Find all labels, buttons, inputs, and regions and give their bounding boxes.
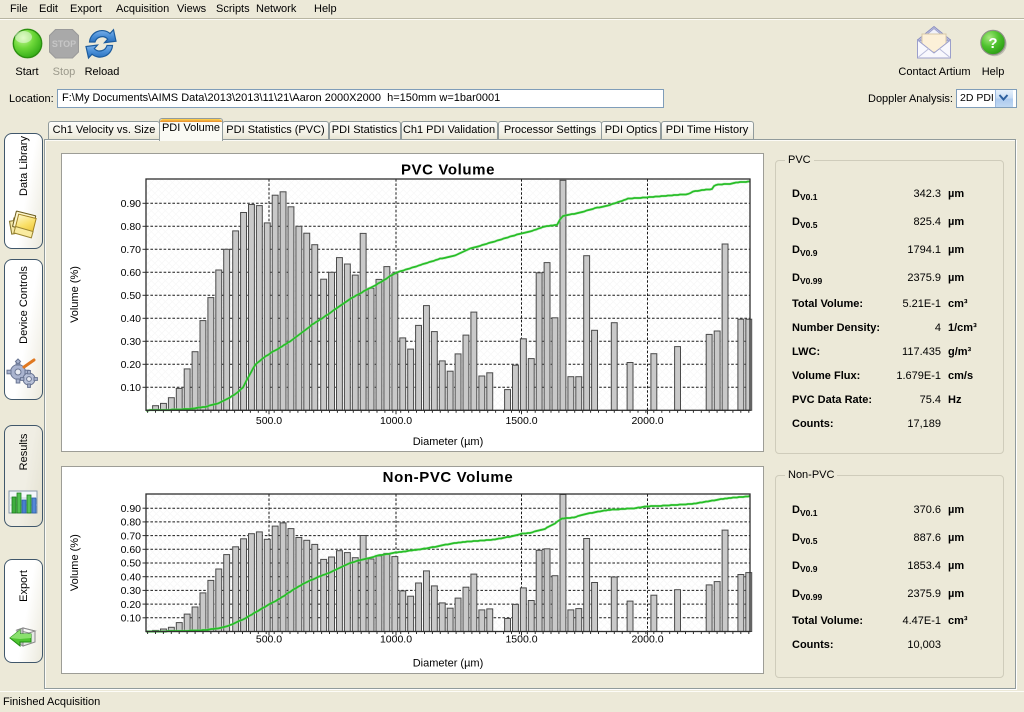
svg-text:1500.0: 1500.0: [505, 415, 537, 427]
svg-text:Volume (%): Volume (%): [69, 534, 81, 591]
svg-text:0.20: 0.20: [121, 359, 142, 371]
svg-text:2000.0: 2000.0: [631, 634, 663, 646]
svg-text:Diameter (µm): Diameter (µm): [413, 658, 484, 670]
svg-text:0.20: 0.20: [121, 599, 142, 611]
svg-text:?: ?: [988, 35, 997, 52]
svg-text:0.10: 0.10: [121, 382, 142, 394]
svg-text:1000.0: 1000.0: [380, 634, 412, 646]
svg-text:1000.0: 1000.0: [380, 415, 412, 427]
svg-text:0.60: 0.60: [121, 267, 142, 279]
svg-text:500.0: 500.0: [256, 634, 282, 646]
svg-text:PVC Volume: PVC Volume: [401, 162, 495, 179]
svg-text:0.30: 0.30: [121, 336, 142, 348]
svg-text:1500.0: 1500.0: [505, 634, 537, 646]
svg-text:0.40: 0.40: [121, 313, 142, 325]
svg-text:Volume (%): Volume (%): [69, 266, 81, 323]
svg-text:Diameter (µm): Diameter (µm): [413, 436, 484, 448]
svg-text:0.80: 0.80: [121, 517, 142, 529]
svg-text:0.90: 0.90: [121, 198, 142, 210]
svg-text:STOP: STOP: [52, 39, 76, 49]
svg-text:0.40: 0.40: [121, 571, 142, 583]
svg-text:Non-PVC Volume: Non-PVC Volume: [383, 469, 514, 486]
svg-text:0.60: 0.60: [121, 544, 142, 556]
svg-text:0.70: 0.70: [121, 244, 142, 256]
svg-text:0.50: 0.50: [121, 558, 142, 570]
svg-text:0.80: 0.80: [121, 221, 142, 233]
svg-text:0.70: 0.70: [121, 530, 142, 542]
svg-text:0.50: 0.50: [121, 290, 142, 302]
svg-text:0.90: 0.90: [121, 503, 142, 515]
svg-text:500.0: 500.0: [256, 415, 282, 427]
svg-text:0.30: 0.30: [121, 585, 142, 597]
svg-text:2000.0: 2000.0: [631, 415, 663, 427]
svg-text:0.10: 0.10: [121, 613, 142, 625]
